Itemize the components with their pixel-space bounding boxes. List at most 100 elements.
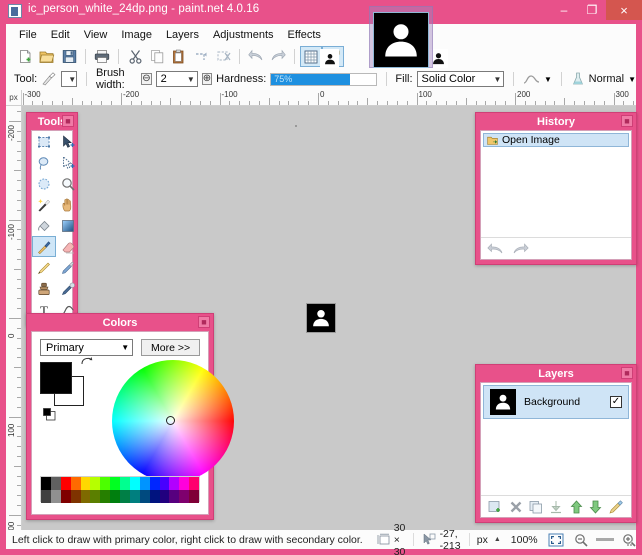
open-icon[interactable] <box>36 46 58 67</box>
color-mode-dropdown[interactable]: Primary ▼ <box>40 339 134 356</box>
merge-layer-down-icon[interactable] <box>549 500 563 514</box>
crop-icon[interactable] <box>190 46 212 67</box>
menu-edit[interactable]: Edit <box>44 27 77 43</box>
tool-clone-stamp[interactable] <box>32 278 56 299</box>
hardness-slider[interactable]: 75% <box>270 72 377 86</box>
tool-color-picker[interactable] <box>56 257 80 278</box>
tool-pencil[interactable] <box>32 257 56 278</box>
tools-palette-close-icon[interactable]: ■ <box>62 115 74 127</box>
person-image[interactable] <box>306 303 336 333</box>
image-thumbnail-2[interactable] <box>373 12 429 68</box>
reset-colors-icon[interactable] <box>43 408 56 424</box>
new-icon[interactable] <box>14 46 36 67</box>
vertical-ruler[interactable]: -200 -100 0 100 200 <box>6 106 22 530</box>
tool-eraser[interactable] <box>56 236 80 257</box>
close-button[interactable]: × <box>606 0 642 20</box>
duplicate-layer-icon[interactable] <box>529 500 543 514</box>
chevron-down-icon[interactable]: ▼ <box>187 75 195 84</box>
palette-swatch[interactable] <box>90 477 101 503</box>
palette-swatch[interactable] <box>139 477 150 503</box>
undo-icon[interactable] <box>245 46 267 67</box>
antialiasing-caret[interactable]: ▼ <box>544 75 552 84</box>
history-item-open-image[interactable]: Open Image <box>483 133 629 147</box>
palette-swatch[interactable] <box>110 477 120 503</box>
brush-width-input[interactable]: 2 ▼ <box>155 71 198 87</box>
grid-toggle-icon[interactable] <box>300 46 322 67</box>
palette-swatch[interactable] <box>149 477 160 503</box>
move-layer-down-icon[interactable] <box>589 500 602 514</box>
layer-background[interactable]: Background ✓ <box>483 385 629 419</box>
palette-swatch[interactable] <box>50 477 61 503</box>
undo-icon[interactable] <box>487 242 504 256</box>
brush-width-decrease-button[interactable]: ⊖ <box>141 73 152 85</box>
copy-icon[interactable] <box>146 46 168 67</box>
layer-visibility-checkbox[interactable]: ✓ <box>610 396 622 408</box>
tool-zoom[interactable] <box>56 173 80 194</box>
palette-swatch-strip[interactable] <box>40 476 200 503</box>
tool-ellipse-select[interactable] <box>32 173 56 194</box>
palette-swatch[interactable] <box>169 477 180 503</box>
tool-dropdown-caret[interactable]: ▼ <box>61 71 78 87</box>
history-palette-close-icon[interactable]: ■ <box>621 115 633 127</box>
unit-caret-icon[interactable]: ▲ <box>494 536 501 543</box>
zoom-slider[interactable] <box>595 538 614 541</box>
layer-properties-icon[interactable] <box>609 499 624 514</box>
palette-swatch[interactable] <box>189 477 199 503</box>
swap-colors-icon[interactable] <box>80 356 93 371</box>
tool-pan[interactable] <box>56 194 80 215</box>
tool-rectangle-select[interactable] <box>32 131 56 152</box>
save-icon[interactable] <box>58 46 80 67</box>
palette-swatch[interactable] <box>129 477 140 503</box>
minimize-button[interactable]: – <box>550 0 578 20</box>
print-icon[interactable] <box>91 46 113 67</box>
redo-icon[interactable] <box>512 242 529 256</box>
palette-swatch[interactable] <box>70 477 81 503</box>
tool-lasso-select[interactable] <box>32 152 56 173</box>
resize-grip[interactable] <box>625 539 633 547</box>
blend-mode-caret[interactable]: ▼ <box>628 75 636 84</box>
zoom-out-icon[interactable] <box>574 533 588 547</box>
history-palette-titlebar[interactable]: History ■ <box>476 113 636 130</box>
menu-file[interactable]: File <box>12 27 44 43</box>
palette-swatch[interactable] <box>41 477 51 503</box>
colors-palette-titlebar[interactable]: Colors ■ <box>27 314 213 331</box>
color-wheel-cursor[interactable] <box>166 416 175 425</box>
paintbrush-icon[interactable] <box>41 72 57 86</box>
tool-move-selected[interactable] <box>56 131 80 152</box>
palette-swatch[interactable] <box>80 477 91 503</box>
menu-layers[interactable]: Layers <box>159 27 206 43</box>
more-colors-button[interactable]: More >> <box>141 339 200 356</box>
colors-palette-close-icon[interactable]: ■ <box>198 316 210 328</box>
paste-icon[interactable] <box>168 46 190 67</box>
tool-recolor[interactable] <box>56 278 80 299</box>
blend-mode-icon[interactable] <box>571 72 585 86</box>
menu-adjustments[interactable]: Adjustments <box>206 27 281 43</box>
add-layer-icon[interactable] <box>488 500 502 514</box>
move-layer-up-icon[interactable] <box>570 499 583 514</box>
palette-swatch[interactable] <box>159 477 170 503</box>
image-thumbnail-1[interactable] <box>320 49 339 68</box>
horizontal-ruler[interactable]: -300 -200 -100 0 100 200 300 <box>22 90 636 106</box>
tool-move-selection[interactable] <box>56 152 80 173</box>
maximize-button[interactable]: ❐ <box>578 0 606 20</box>
chevron-down-icon[interactable]: ▼ <box>493 75 501 84</box>
tool-paint-bucket[interactable] <box>32 215 56 236</box>
cut-icon[interactable] <box>124 46 146 67</box>
palette-swatch[interactable] <box>179 477 190 503</box>
fit-to-window-icon[interactable] <box>548 533 564 547</box>
menu-view[interactable]: View <box>77 27 115 43</box>
fill-dropdown[interactable]: Solid Color ▼ <box>416 71 505 87</box>
palette-swatch[interactable] <box>120 477 130 503</box>
tool-magic-wand[interactable] <box>32 194 56 215</box>
zoom-value[interactable]: 100% <box>511 534 538 546</box>
primary-color-swatch[interactable] <box>40 362 72 394</box>
menu-image[interactable]: Image <box>114 27 159 43</box>
redo-icon[interactable] <box>267 46 289 67</box>
tools-palette-titlebar[interactable]: Tools ■ <box>27 113 77 130</box>
layers-palette-close-icon[interactable]: ■ <box>621 367 633 379</box>
tool-paintbrush[interactable] <box>32 236 56 257</box>
menu-effects[interactable]: Effects <box>281 27 328 43</box>
antialiasing-icon[interactable] <box>523 73 540 86</box>
tool-gradient[interactable] <box>56 215 80 236</box>
chevron-down-icon[interactable]: ▼ <box>121 343 129 352</box>
